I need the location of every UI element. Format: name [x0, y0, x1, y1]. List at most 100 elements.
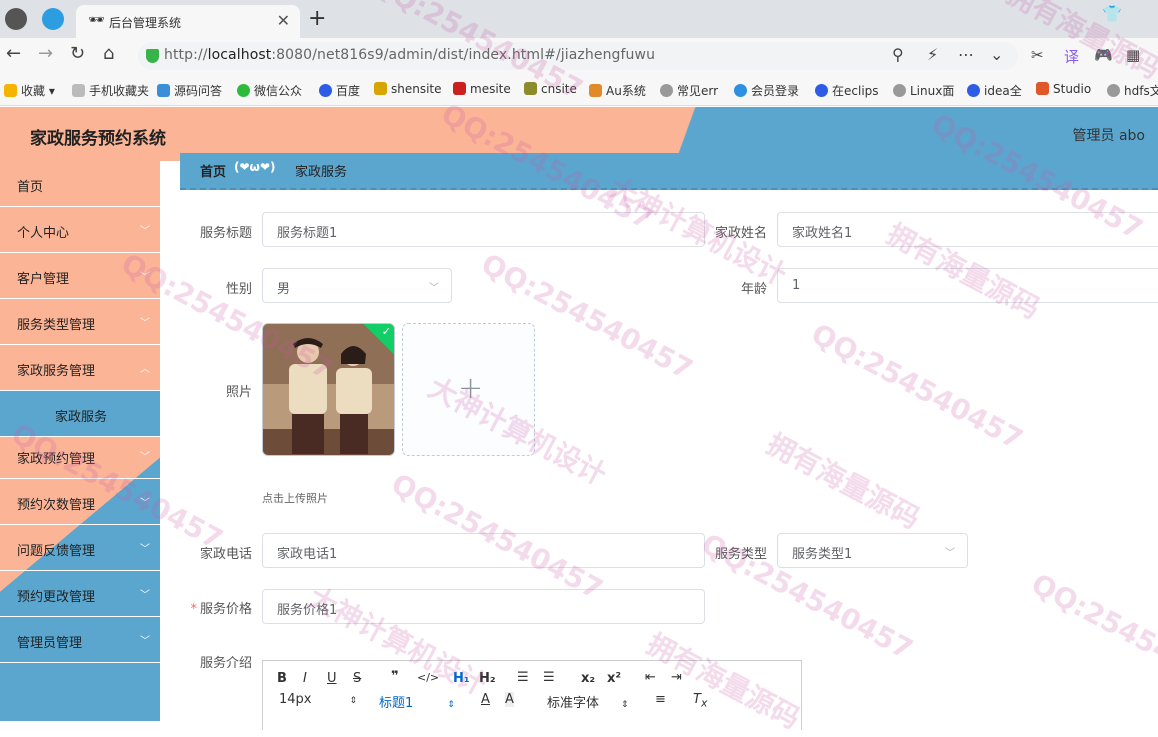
bookmark-item[interactable]: Au系统	[589, 82, 646, 99]
forward-button[interactable]: →	[38, 43, 53, 64]
sidebar-item-home[interactable]: 首页	[0, 161, 160, 207]
bookmark-item[interactable]: 手机收藏夹	[72, 82, 149, 99]
bolt-icon[interactable]: ⚡	[927, 45, 938, 64]
bookmarks-bar: 收藏 ▾ 手机收藏夹 源码问答 微信公众 百度 shensite mesite …	[0, 74, 1158, 106]
sidebar-item-label: 管理员管理	[17, 636, 83, 651]
bookmark-item[interactable]: 在eclips	[815, 82, 879, 99]
font-family-select[interactable]: 标准字体 ⇕	[547, 692, 629, 711]
sidebar-item-admins[interactable]: 管理员管理 ﹀	[0, 617, 160, 663]
quote-button[interactable]: ❞	[391, 669, 399, 684]
upload-photo-button[interactable]: +	[402, 323, 535, 456]
underline-button[interactable]: U	[327, 671, 337, 686]
phone-input[interactable]: 家政电话1	[262, 533, 705, 568]
bold-button[interactable]: B	[277, 671, 287, 686]
bookmark-item[interactable]: Linux面	[893, 82, 954, 99]
subscript-button[interactable]: x₂	[581, 671, 595, 686]
sidebar-item-label: 预约更改管理	[17, 590, 96, 605]
ordered-list-button[interactable]: ☰	[517, 670, 529, 685]
italic-button[interactable]: I	[303, 671, 307, 686]
security-shield-icon	[146, 49, 159, 63]
sidebar-item-booking-changes[interactable]: 预约更改管理 ﹀	[0, 571, 160, 617]
service-type-value: 服务类型1	[792, 547, 853, 562]
chevron-down-icon: ﹀	[140, 498, 150, 509]
bookmark-item[interactable]: 常见err	[660, 82, 718, 99]
sidebar-subitem-housekeeping[interactable]: 家政服务	[0, 391, 160, 437]
clear-format-button[interactable]: Tx	[693, 692, 707, 710]
breadcrumb-home[interactable]: 首页	[200, 161, 226, 180]
service-title-input[interactable]: 服务标题1	[262, 212, 705, 247]
service-price-label: * 服务价格	[190, 602, 252, 617]
header-select[interactable]: 标题1 ⇕	[379, 692, 455, 711]
cut-icon[interactable]: ✂	[1031, 46, 1044, 64]
apps-icon[interactable]: ▦	[1126, 46, 1140, 64]
uniform-couple-photo	[263, 324, 394, 455]
uploaded-photo[interactable]: ✓	[262, 323, 395, 456]
sidebar-item-label: 问题反馈管理	[17, 544, 96, 559]
indent-button[interactable]: ⇥	[671, 670, 682, 685]
zoom-icon[interactable]: ⚲	[892, 45, 904, 64]
more-icon[interactable]: ⋯	[958, 45, 974, 64]
bullet-list-button[interactable]: ☰	[543, 670, 555, 685]
sidebar-item-personal-center[interactable]: 个人中心 ﹀	[0, 207, 160, 253]
background-color-button[interactable]: A	[505, 692, 514, 707]
bookmark-item[interactable]: hdfs文	[1107, 82, 1158, 99]
superscript-button[interactable]: x²	[607, 671, 621, 686]
service-price-input[interactable]: 服务价格1	[262, 589, 705, 624]
chevron-down-icon: ﹀	[140, 590, 150, 601]
service-type-select[interactable]: 服务类型1 ﹀	[777, 533, 968, 568]
h2-button[interactable]: H₂	[479, 671, 496, 686]
sidebar-item-label: 客户管理	[17, 272, 70, 287]
sidebar-item-booking-counts[interactable]: 预约次数管理 ﹀	[0, 479, 160, 525]
skin-icon[interactable]: 👕	[1102, 4, 1122, 23]
profile-avatar-icon[interactable]	[5, 8, 27, 30]
dropdown-icon[interactable]: ⌄	[990, 45, 1003, 64]
sidebar-item-feedback[interactable]: 问题反馈管理 ﹀	[0, 525, 160, 571]
admin-user-label[interactable]: 管理员 abo	[1073, 125, 1145, 145]
h1-button[interactable]: H₁	[453, 671, 470, 686]
reload-button[interactable]: ↻	[70, 43, 85, 64]
sidebar-item-bookings[interactable]: 家政预约管理 ﹀	[0, 433, 160, 479]
browser-nav-bar: ← → ↻ ⌂ http://localhost:8080/net816s9/a…	[0, 38, 1158, 74]
translate-icon[interactable]: 译	[1064, 46, 1079, 67]
bookmark-item[interactable]: shensite	[374, 82, 442, 96]
bookmark-item[interactable]: 百度	[319, 82, 360, 99]
address-bar[interactable]: http://localhost:8080/net816s9/admin/dis…	[138, 42, 1018, 70]
bookmark-item[interactable]: Studio	[1036, 82, 1091, 96]
bookmark-item[interactable]: 微信公众	[237, 82, 302, 99]
chevron-down-icon: ﹀	[140, 226, 150, 237]
breadcrumb-separator: (❤ω❤)	[234, 160, 276, 174]
bookmark-item[interactable]: 会员登录	[734, 82, 799, 99]
game-icon[interactable]: 🎮	[1094, 46, 1113, 64]
bookmark-item[interactable]: 收藏 ▾	[4, 82, 55, 99]
font-color-button[interactable]: A	[481, 692, 490, 707]
bookmark-item[interactable]: cnsite	[524, 82, 577, 96]
code-button[interactable]: </>	[417, 671, 439, 684]
worker-name-value: 家政姓名1	[792, 226, 853, 241]
new-tab-button[interactable]: +	[308, 6, 326, 31]
age-input[interactable]: 1	[777, 268, 1158, 303]
outdent-button[interactable]: ⇤	[645, 670, 656, 685]
home-button[interactable]: ⌂	[103, 43, 114, 64]
align-button[interactable]: ≡	[655, 692, 666, 707]
tab-favicon-icon: 🕶	[88, 13, 105, 28]
chevron-down-icon: ﹀	[140, 318, 150, 329]
age-label: 年龄	[740, 282, 767, 297]
sidebar-item-label: 个人中心	[17, 226, 70, 241]
bookmark-item[interactable]: mesite	[453, 82, 511, 96]
url-text[interactable]: http://localhost:8080/net816s9/admin/dis…	[164, 47, 655, 63]
gender-select[interactable]: 男 ﹀	[262, 268, 452, 303]
worker-name-input[interactable]: 家政姓名1	[777, 212, 1158, 247]
sidebar-item-housekeeping-mgmt[interactable]: 家政服务管理 ︿	[0, 345, 160, 391]
bookmark-item[interactable]: 源码问答	[157, 82, 222, 99]
plus-icon: +	[458, 371, 484, 406]
back-button[interactable]: ←	[6, 43, 21, 64]
tab-close-icon[interactable]: ✕	[277, 11, 290, 30]
strike-button[interactable]: S	[353, 671, 361, 686]
browser-tab[interactable]: 🕶 后台管理系统 ✕	[76, 5, 300, 38]
bookmark-item[interactable]: idea全	[967, 82, 1022, 99]
telegram-icon[interactable]	[42, 8, 64, 30]
rich-text-editor[interactable]: B I U S ❞ </> H₁ H₂ ☰ ☰ x₂ x² ⇤ ⇥ 14px ⇕ …	[262, 660, 802, 730]
sidebar-item-customers[interactable]: 客户管理 ﹀	[0, 253, 160, 299]
sidebar-item-service-types[interactable]: 服务类型管理 ﹀	[0, 299, 160, 345]
font-size-select[interactable]: 14px ⇕	[279, 692, 357, 707]
